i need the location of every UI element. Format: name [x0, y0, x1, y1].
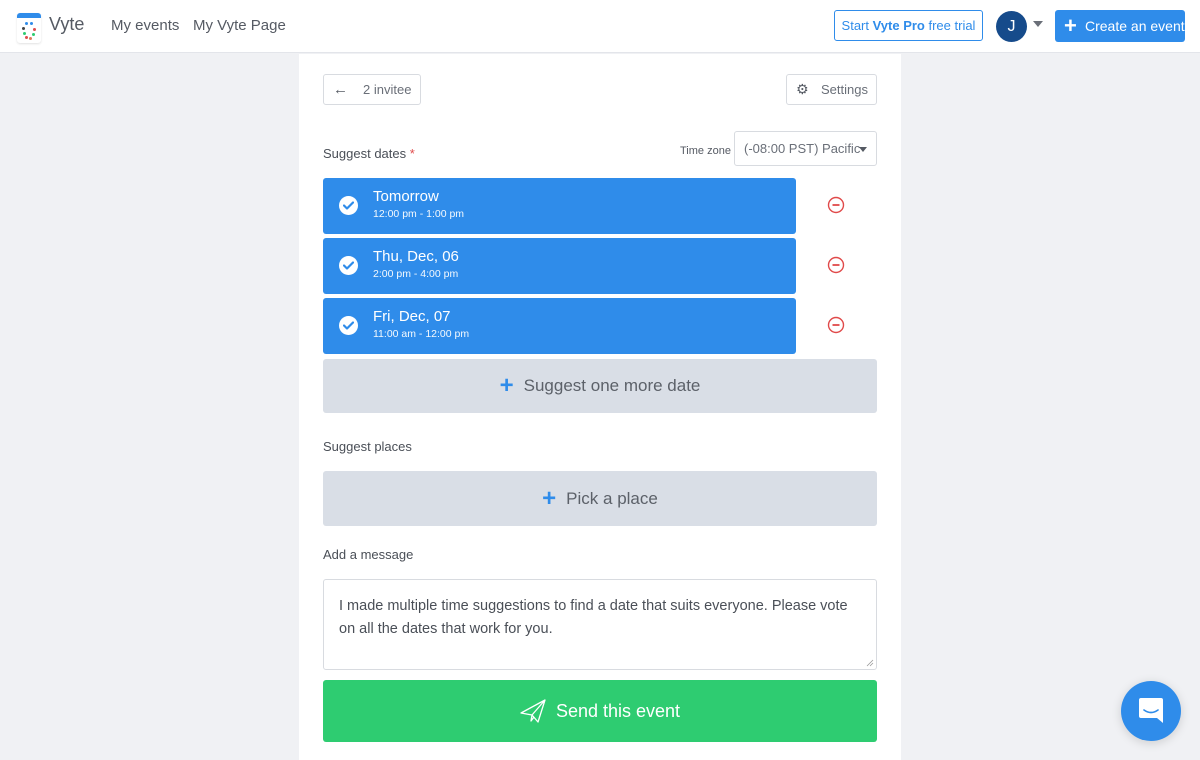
required-mark: *	[409, 146, 415, 161]
message-textarea[interactable]: I made multiple time suggestions to find…	[323, 579, 877, 670]
event-form-panel: ← 2 invitee ⚙ Settings Suggest dates * T…	[299, 54, 901, 760]
paper-plane-icon	[520, 699, 546, 723]
pro-trial-bold: Vyte Pro	[872, 18, 925, 33]
nav-my-events[interactable]: My events	[111, 17, 179, 34]
top-navbar: Vyte My events My Vyte Page Start Vyte P…	[0, 0, 1200, 53]
gear-icon: ⚙	[796, 81, 809, 97]
date-time: 12:00 pm - 1:00 pm	[373, 208, 465, 220]
timezone-label: Time zone	[680, 145, 731, 157]
calendar-logo-icon[interactable]	[17, 13, 41, 43]
plus-icon: +	[499, 372, 514, 399]
plus-icon: +	[542, 485, 557, 512]
create-event-button[interactable]: + Create an event	[1055, 10, 1185, 42]
pro-trial-prefix: Start	[841, 18, 873, 33]
add-message-label: Add a message	[323, 547, 414, 562]
check-circle-icon[interactable]	[339, 196, 358, 215]
date-option[interactable]: Fri, Dec, 07 11:00 am - 12:00 pm	[323, 298, 796, 354]
check-circle-icon[interactable]	[339, 256, 358, 275]
send-event-button[interactable]: Send this event	[323, 680, 877, 742]
pick-place-button[interactable]: + Pick a place	[323, 471, 877, 526]
date-option[interactable]: Thu, Dec, 06 2:00 pm - 4:00 pm	[323, 238, 796, 294]
suggest-more-date-label: Suggest one more date	[523, 376, 701, 395]
date-title: Tomorrow	[373, 188, 439, 205]
remove-circle-icon[interactable]	[827, 256, 845, 274]
pick-place-label: Pick a place	[566, 489, 658, 508]
chevron-down-icon[interactable]	[1033, 21, 1043, 27]
pro-trial-suffix: free trial	[924, 18, 976, 33]
nav-my-vyte-page[interactable]: My Vyte Page	[193, 17, 286, 34]
create-event-label: Create an event	[1085, 18, 1185, 34]
date-option[interactable]: Tomorrow 12:00 pm - 1:00 pm	[323, 178, 796, 234]
date-title: Thu, Dec, 06	[373, 248, 459, 265]
settings-label: Settings	[821, 82, 868, 97]
back-invitee-button[interactable]: ← 2 invitee	[323, 74, 421, 105]
caret-down-icon	[859, 147, 867, 152]
message-text: I made multiple time suggestions to find…	[339, 598, 848, 637]
suggest-dates-text: Suggest dates	[323, 146, 407, 161]
plus-icon: +	[1064, 13, 1077, 38]
suggest-places-label: Suggest places	[323, 439, 412, 454]
suggest-dates-label: Suggest dates *	[323, 146, 415, 161]
chat-bubble-icon	[1139, 698, 1163, 723]
date-title: Fri, Dec, 07	[373, 308, 451, 325]
date-time: 2:00 pm - 4:00 pm	[373, 268, 459, 280]
brand-name[interactable]: Vyte	[49, 14, 84, 35]
date-time: 11:00 am - 12:00 pm	[373, 328, 470, 340]
remove-circle-icon[interactable]	[827, 196, 845, 214]
settings-button[interactable]: ⚙ Settings	[786, 74, 877, 105]
arrow-left-icon: ←	[333, 81, 348, 98]
check-circle-icon[interactable]	[339, 316, 358, 335]
timezone-value: (-08:00 PST) Pacific	[744, 141, 861, 156]
suggest-more-date-button[interactable]: + Suggest one more date	[323, 359, 877, 413]
invitee-count-label: 2 invitee	[363, 82, 412, 97]
send-event-label: Send this event	[555, 701, 681, 721]
remove-circle-icon[interactable]	[827, 316, 845, 334]
resize-handle-icon[interactable]	[866, 659, 874, 667]
timezone-select[interactable]: (-08:00 PST) Pacific	[734, 131, 877, 166]
chat-launcher-button[interactable]	[1121, 681, 1181, 741]
user-avatar[interactable]: J	[996, 11, 1027, 42]
start-pro-trial-button[interactable]: Start Vyte Pro free trial	[834, 10, 983, 41]
